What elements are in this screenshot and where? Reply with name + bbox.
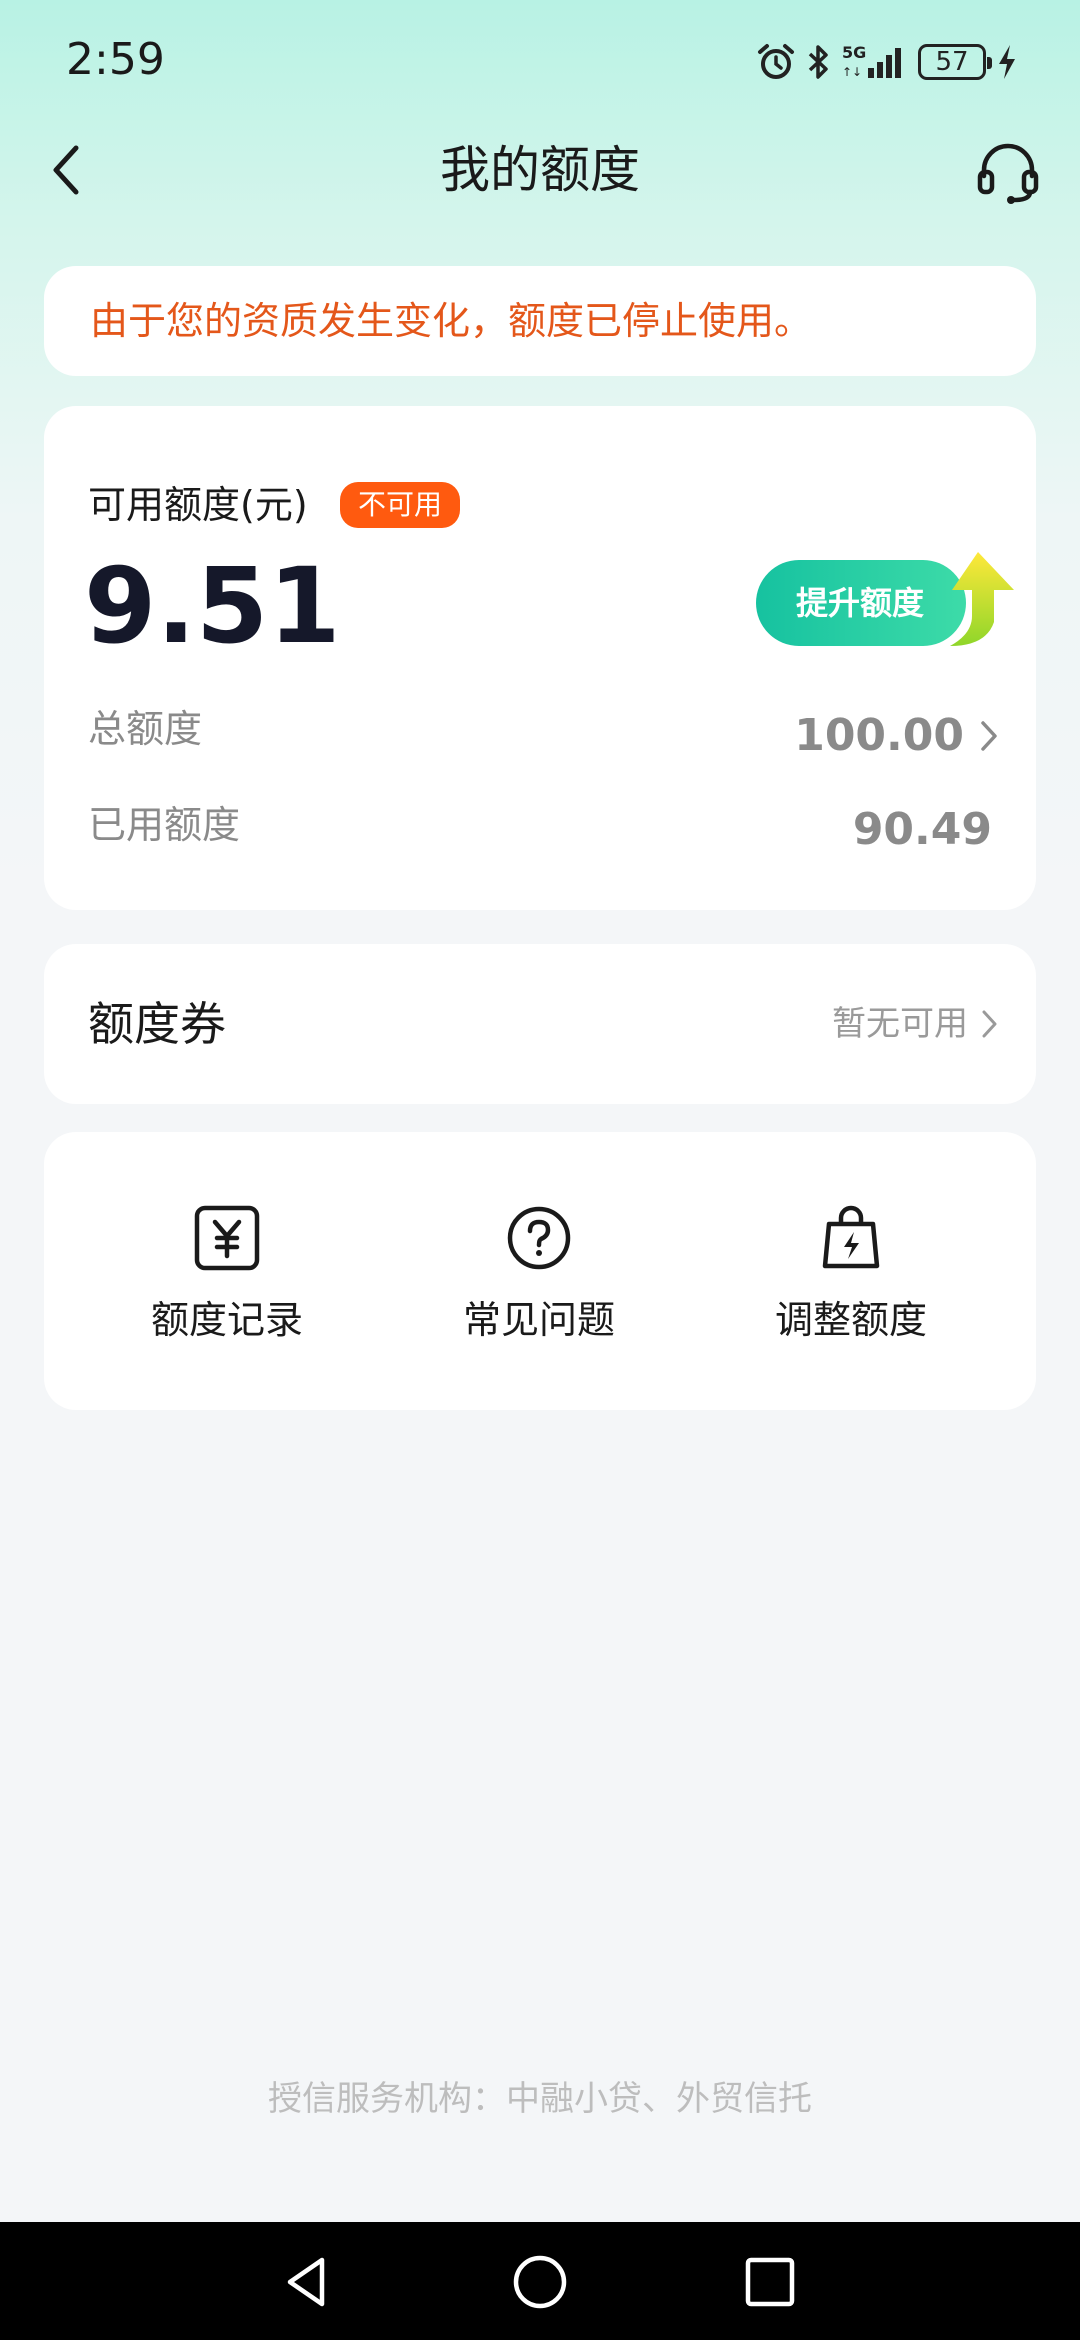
svg-text:↑↓: ↑↓ xyxy=(842,65,862,79)
coupon-status: 暂无可用 xyxy=(832,1000,1000,1048)
system-back-button[interactable] xyxy=(278,2252,338,2312)
arrow-up-icon xyxy=(950,552,1014,646)
system-recents-button[interactable] xyxy=(740,2252,800,2312)
network-label: 5G xyxy=(842,43,866,62)
notice-card: 由于您的资质发生变化，额度已停止使用。 xyxy=(44,266,1036,376)
total-quota-value: 100.00 xyxy=(794,710,964,761)
customer-service-button[interactable] xyxy=(974,138,1042,206)
circle-home-icon xyxy=(513,2255,567,2309)
shortcut-label: 常见问题 xyxy=(462,1298,615,1342)
footer-credit-institution: 授信服务机构：中融小贷、外贸信托 xyxy=(268,2079,812,2119)
coupon-title: 额度券 xyxy=(88,997,226,1051)
system-nav-bar xyxy=(0,2222,1080,2340)
page-title: 我的额度 xyxy=(440,141,640,199)
chevron-right-icon xyxy=(982,1010,997,1038)
total-quota-label: 总额度 xyxy=(88,707,203,751)
used-quota-label: 已用额度 xyxy=(88,803,241,847)
notice-text: 由于您的资质发生变化，额度已停止使用。 xyxy=(90,299,813,343)
total-quota-row[interactable]: 100.00 xyxy=(794,708,1000,764)
question-circle-icon xyxy=(507,1206,571,1270)
status-badge: 不可用 xyxy=(340,482,461,528)
bluetooth-icon xyxy=(808,45,828,79)
bolt-bag-icon xyxy=(822,1205,880,1269)
used-quota-value: 90.49 xyxy=(852,804,992,855)
coupon-status-text: 暂无可用 xyxy=(832,1004,968,1044)
shortcut-card: 额度记录 常见问题 调整额度 xyxy=(44,1132,1036,1410)
shortcut-label: 调整额度 xyxy=(774,1298,927,1342)
alarm-icon xyxy=(758,44,794,79)
headset-icon xyxy=(977,143,1039,204)
signal-5g-icon: 5G ↑↓ xyxy=(842,43,901,79)
chevron-right-icon xyxy=(981,721,997,751)
yuan-record-icon xyxy=(194,1205,260,1271)
system-home-button[interactable] xyxy=(510,2252,570,2312)
square-recents-icon xyxy=(745,2257,795,2307)
status-time: 2:59 xyxy=(66,34,165,85)
battery-level: 57 xyxy=(935,47,969,77)
battery-icon: 57 xyxy=(918,44,992,80)
raise-quota-button[interactable]: 提升额度 xyxy=(756,550,1014,646)
shortcut-faq[interactable]: 常见问题 xyxy=(424,1202,654,1362)
available-quota-label: 可用额度(元) xyxy=(88,483,308,527)
quota-coupon-card[interactable]: 额度券 暂无可用 xyxy=(44,944,1036,1104)
shortcut-label: 额度记录 xyxy=(150,1298,303,1342)
shortcut-quota-record[interactable]: 额度记录 xyxy=(112,1202,342,1362)
quota-card: 可用额度(元) 不可用 9.51 提升额度 总额度 100.00 已用额度 90… xyxy=(44,406,1036,910)
available-quota-value: 9.51 xyxy=(84,545,341,667)
charging-icon xyxy=(999,45,1015,79)
status-icons: 5G ↑↓ 57 xyxy=(756,38,1018,86)
status-bar: 2:59 5G ↑↓ 57 xyxy=(0,0,1080,120)
triangle-back-icon xyxy=(287,2257,325,2307)
nav-bar: 我的额度 xyxy=(0,120,1080,220)
shortcut-adjust-quota[interactable]: 调整额度 xyxy=(736,1202,966,1362)
